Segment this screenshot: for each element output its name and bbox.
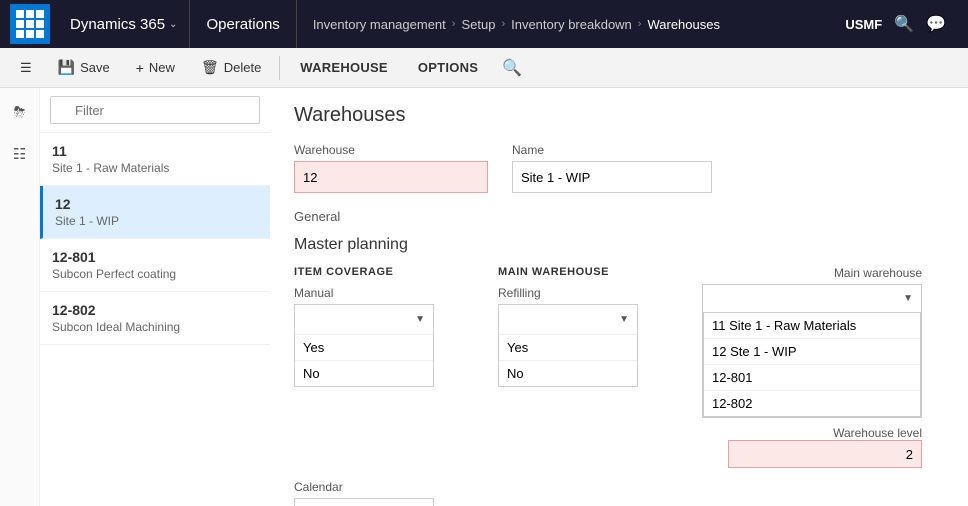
list-item[interactable]: 12-802 Subcon Ideal Machining [40, 292, 270, 345]
item-name: Subcon Ideal Machining [52, 320, 258, 334]
toolbar: ☰ 💾 Save + New 🗑 Delete WAREHOUSE OPTION… [0, 48, 968, 88]
breadcrumb: Inventory management › Setup › Inventory… [297, 17, 834, 32]
sidebar-list: 11 Site 1 - Raw Materials 12 Site 1 - WI… [40, 133, 270, 506]
nav-brand[interactable]: Dynamics 365 ⌄ [58, 0, 190, 48]
manual-dropdown[interactable]: ▼ Yes No [294, 304, 434, 387]
list-item[interactable]: 12 Site 1 - WIP [40, 186, 270, 239]
item-name: Site 1 - Raw Materials [52, 161, 258, 175]
save-button[interactable]: 💾 Save [46, 54, 122, 81]
search-nav-icon[interactable]: 🔍 [894, 14, 914, 34]
item-name: Site 1 - WIP [55, 214, 258, 228]
main-warehouse-dropdown-header[interactable]: ▼ [703, 285, 921, 313]
warehouse-field-group: Warehouse [294, 143, 488, 193]
manual-option-yes[interactable]: Yes [295, 335, 433, 361]
general-header: General [294, 209, 944, 224]
top-navigation: Dynamics 365 ⌄ Operations Inventory mana… [0, 0, 968, 48]
brand-chevron: ⌄ [169, 19, 177, 30]
hamburger-icon: ☰ [20, 60, 32, 76]
warehouse-label: Warehouse [294, 143, 488, 157]
item-id: 12 [55, 196, 258, 212]
nav-module: Operations [190, 0, 296, 48]
item-coverage-label: ITEM COVERAGE [294, 266, 434, 278]
item-id: 12-801 [52, 249, 258, 265]
manual-dropdown-header[interactable]: ▼ [295, 305, 433, 335]
refilling-dropdown-header[interactable]: ▼ [499, 305, 637, 335]
refilling-chevron-icon: ▼ [619, 314, 629, 325]
toolbar-separator [279, 56, 280, 80]
item-id: 12-802 [52, 302, 258, 318]
tab-warehouse[interactable]: WAREHOUSE [286, 55, 402, 80]
main-warehouse-label: MAIN WAREHOUSE [498, 266, 638, 278]
new-button[interactable]: + New [124, 55, 187, 81]
main-layout: ⛈ ☷ 🔍 11 Site 1 - Raw Materials 12 Site … [0, 88, 968, 506]
name-label: Name [512, 143, 712, 157]
main-warehouse-dropdown[interactable]: ▼ 11 Site 1 - Raw Materials 12 Ste 1 - W… [702, 284, 922, 418]
filter-icon-btn[interactable]: ⛈ [9, 100, 29, 125]
warehouse-options-list: 11 Site 1 - Raw Materials 12 Ste 1 - WIP… [703, 313, 921, 417]
filter-input[interactable] [50, 96, 260, 124]
new-icon: + [136, 60, 144, 76]
breadcrumb-item-3[interactable]: Warehouses [647, 17, 720, 32]
warehouse-option-1[interactable]: 12 Ste 1 - WIP [704, 339, 920, 365]
waffle-button[interactable] [10, 4, 50, 44]
item-name: Subcon Perfect coating [52, 267, 258, 281]
calendar-label: Calendar [294, 480, 434, 494]
calendar-select[interactable]: ⌄ [294, 498, 434, 506]
breadcrumb-item-2[interactable]: Inventory breakdown [511, 17, 632, 32]
delete-button[interactable]: 🗑 Delete [189, 54, 273, 81]
refilling-dropdown[interactable]: ▼ Yes No [498, 304, 638, 387]
main-warehouse-chevron-icon: ▼ [903, 293, 913, 304]
warehouse-level-label: Warehouse level [702, 426, 922, 440]
warehouse-input[interactable] [294, 161, 488, 193]
list-item[interactable]: 11 Site 1 - Raw Materials [40, 133, 270, 186]
hamburger-button[interactable]: ☰ [8, 55, 44, 81]
refilling-options: Yes No [499, 335, 637, 386]
name-input[interactable] [512, 161, 712, 193]
master-planning-section: Master planning ITEM COVERAGE Manual ▼ Y… [294, 236, 944, 506]
item-coverage-col: ITEM COVERAGE Manual ▼ Yes No [294, 266, 434, 387]
calendar-group: Calendar ⌄ [294, 480, 434, 506]
sidebar-container: ⛈ ☷ 🔍 11 Site 1 - Raw Materials 12 Site … [0, 88, 270, 506]
sidebar-filter-area: 🔍 [40, 88, 270, 133]
delete-icon: 🗑 [201, 59, 219, 76]
name-field-group: Name [512, 143, 712, 193]
list-icon-btn[interactable]: ☷ [9, 141, 30, 167]
message-icon[interactable]: 💬 [926, 14, 946, 34]
filter-wrap: 🔍 [50, 96, 260, 124]
page-title: Warehouses [294, 104, 944, 127]
manual-chevron-icon: ▼ [415, 314, 425, 325]
breadcrumb-item-1[interactable]: Setup [461, 17, 495, 32]
tab-options[interactable]: OPTIONS [404, 55, 492, 80]
refilling-option-yes[interactable]: Yes [499, 335, 637, 361]
warehouse-option-3[interactable]: 12-802 [704, 391, 920, 416]
main-warehouse-select-col: Main warehouse ▼ 11 Site 1 - Raw Materia… [702, 266, 922, 468]
brand-text: Dynamics 365 [70, 16, 165, 33]
list-item[interactable]: 12-801 Subcon Perfect coating [40, 239, 270, 292]
calendar-row: Calendar ⌄ [294, 480, 944, 506]
manual-label: Manual [294, 286, 434, 300]
warehouse-option-2[interactable]: 12-801 [704, 365, 920, 391]
warehouse-name-row: Warehouse Name [294, 143, 944, 193]
sidebar-icons: ⛈ ☷ [0, 88, 40, 506]
master-planning-title: Master planning [294, 236, 944, 254]
company-label: USMF [845, 17, 882, 32]
manual-option-no[interactable]: No [295, 361, 433, 386]
warehouse-level-group: Warehouse level [702, 426, 922, 468]
toolbar-search-icon[interactable]: 🔍 [502, 58, 522, 78]
warehouse-option-0[interactable]: 11 Site 1 - Raw Materials [704, 313, 920, 339]
main-warehouse-col-label: Main warehouse [702, 266, 922, 280]
refilling-option-no[interactable]: No [499, 361, 637, 386]
content-area: Warehouses Warehouse Name General Master… [270, 88, 968, 506]
sidebar-main: 🔍 11 Site 1 - Raw Materials 12 Site 1 - … [40, 88, 270, 506]
mp-layout: ITEM COVERAGE Manual ▼ Yes No [294, 266, 944, 468]
manual-options: Yes No [295, 335, 433, 386]
save-icon: 💾 [58, 59, 75, 76]
breadcrumb-item-0[interactable]: Inventory management [313, 17, 446, 32]
item-id: 11 [52, 143, 258, 159]
nav-right: USMF 🔍 💬 [833, 14, 958, 34]
main-warehouse-col: MAIN WAREHOUSE Refilling ▼ Yes No [498, 266, 638, 387]
warehouse-level-input[interactable] [728, 440, 922, 468]
refilling-label: Refilling [498, 286, 638, 300]
